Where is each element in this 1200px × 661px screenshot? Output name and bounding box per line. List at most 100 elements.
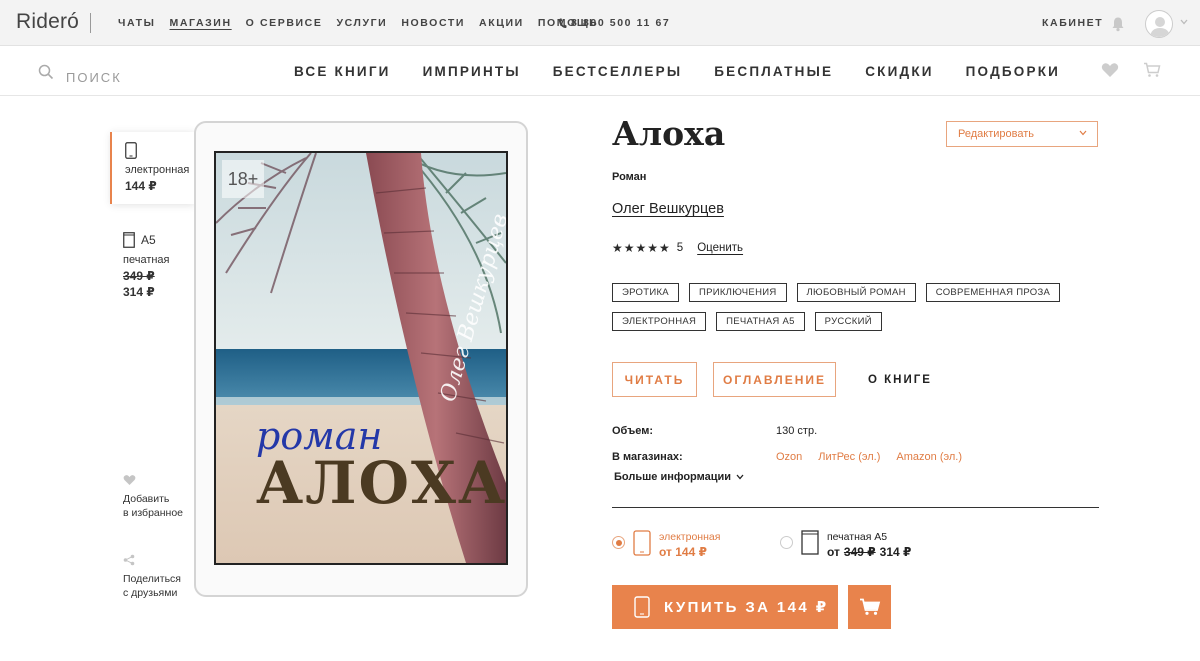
top-nav-chats[interactable]: ЧАТЫ <box>118 17 156 29</box>
heart-icon <box>123 475 136 486</box>
top-nav-shop[interactable]: МАГАЗИН <box>170 17 232 29</box>
format-ebook-price: 144 ₽ <box>125 179 157 193</box>
phone-number: 8 800 500 11 67 <box>571 17 671 29</box>
nav-collections[interactable]: ПОДБОРКИ <box>966 64 1060 79</box>
edit-dropdown-label: Редактировать <box>958 128 1034 140</box>
store-links: Ozon ЛитРес (эл.) Amazon (эл.) <box>776 451 978 463</box>
tag[interactable]: ЛЮБОВНЫЙ РОМАН <box>796 283 916 302</box>
cart-icon <box>859 598 880 615</box>
book-title: Алоха <box>612 114 726 153</box>
store-link-ozon[interactable]: Ozon <box>776 451 802 463</box>
tablet-icon <box>125 141 137 159</box>
top-nav-services[interactable]: УСЛУГИ <box>336 17 387 29</box>
purchase-option-ebook[interactable]: электронная от 144 ₽ <box>612 530 720 560</box>
bell-icon[interactable] <box>1110 16 1126 32</box>
share-label-line1: Поделиться <box>123 573 181 585</box>
book-cover[interactable]: Олег Вешкурцев роман АЛОХА <box>214 151 508 565</box>
book-genre: Роман <box>612 171 647 183</box>
format-print-old-price: 349 ₽ <box>123 269 155 283</box>
purchase-ebook-label: электронная <box>659 531 721 543</box>
age-rating-badge: 18+ <box>222 160 264 198</box>
more-info-label: Больше информации <box>614 471 732 483</box>
table-of-contents-button[interactable]: ОГЛАВЛЕНИЕ <box>713 362 836 397</box>
book-icon <box>123 232 135 248</box>
stores-label: В магазинах: <box>612 451 683 463</box>
nav-free[interactable]: БЕСПЛАТНЫЕ <box>714 64 833 79</box>
share-icon <box>123 554 135 566</box>
format-print-label: печатная <box>123 254 170 266</box>
top-bar: Rideró ЧАТЫ МАГАЗИН О СЕРВИСЕ УСЛУГИ НОВ… <box>0 0 1200 46</box>
top-nav-news[interactable]: НОВОСТИ <box>401 17 465 29</box>
top-nav-about-service[interactable]: О СЕРВИСЕ <box>246 17 323 29</box>
cover-title: АЛОХА <box>256 449 506 517</box>
radio-print[interactable] <box>780 536 793 549</box>
cover-illustration: Олег Вешкурцев роман АЛОХА <box>216 153 506 563</box>
tag[interactable]: ЭРОТИКА <box>612 283 679 302</box>
format-option-ebook[interactable]: электронная 144 ₽ <box>110 132 194 204</box>
format-print-size: A5 <box>141 233 156 247</box>
cart-icon[interactable] <box>1143 62 1161 78</box>
favorites-label-line1: Добавить <box>123 493 170 505</box>
purchase-option-print[interactable]: печатная A5 от 349 ₽314 ₽ <box>780 530 911 560</box>
catalog-nav-bar: ВСЕ КНИГИ ИМПРИНТЫ БЕСТСЕЛЛЕРЫ БЕСПЛАТНЫ… <box>0 46 1200 96</box>
format-option-print[interactable]: A5 печатная 349 ₽ 314 ₽ <box>110 222 194 302</box>
volume-label: Объем: <box>612 425 653 437</box>
radio-ebook[interactable] <box>612 536 625 549</box>
favorites-label-line2: в избранное <box>123 507 184 519</box>
format-ebook-label: электронная <box>125 164 190 176</box>
divider <box>612 507 1099 508</box>
volume-value: 130 стр. <box>776 425 818 437</box>
logo-divider <box>90 13 91 33</box>
tag[interactable]: СОВРЕМЕННАЯ ПРОЗА <box>925 283 1061 302</box>
share-label-line2: с друзьями <box>123 587 178 599</box>
store-link-amazon[interactable]: Amazon (эл.) <box>896 451 962 463</box>
phone-icon <box>559 18 567 28</box>
nav-imprints[interactable]: ИМПРИНТЫ <box>423 64 521 79</box>
search-input[interactable] <box>66 68 226 86</box>
nav-all-books[interactable]: ВСЕ КНИГИ <box>294 64 391 79</box>
rate-link[interactable]: Оценить <box>697 242 743 254</box>
rating: ★★★★★ 5 Оценить <box>612 241 743 255</box>
tag[interactable]: ПЕЧАТНАЯ A5 <box>716 312 805 331</box>
store-link-litres[interactable]: ЛитРес (эл.) <box>818 451 880 463</box>
tag[interactable]: ЭЛЕКТРОННАЯ <box>612 312 707 331</box>
avatar[interactable] <box>1145 10 1173 38</box>
read-button[interactable]: ЧИТАТЬ <box>612 362 697 397</box>
add-to-favorites-button[interactable]: Добавить в избранное <box>123 474 183 520</box>
logo[interactable]: Rideró <box>16 10 79 34</box>
cabinet-link[interactable]: КАБИНЕТ <box>1042 0 1103 46</box>
tag-list: ЭРОТИКА ПРИКЛЮЧЕНИЯ ЛЮБОВНЫЙ РОМАН СОВРЕ… <box>612 283 1082 341</box>
phone-link[interactable]: 8 800 500 11 67 <box>558 0 670 46</box>
tag[interactable]: РУССКИЙ <box>814 312 882 331</box>
format-print-price: 314 ₽ <box>123 285 155 299</box>
share-button[interactable]: Поделиться с друзьями <box>123 554 181 600</box>
nav-discounts[interactable]: СКИДКИ <box>865 64 933 79</box>
purchase-print-label: печатная A5 <box>827 531 888 543</box>
edit-dropdown[interactable]: Редактировать <box>946 121 1098 147</box>
more-info-toggle[interactable]: Больше информации <box>614 471 744 483</box>
top-nav: ЧАТЫ МАГАЗИН О СЕРВИСЕ УСЛУГИ НОВОСТИ АК… <box>118 0 612 46</box>
catalog-nav: ВСЕ КНИГИ ИМПРИНТЫ БЕСТСЕЛЛЕРЫ БЕСПЛАТНЫ… <box>294 46 1092 96</box>
tag[interactable]: ПРИКЛЮЧЕНИЯ <box>688 283 787 302</box>
heart-icon[interactable] <box>1101 62 1119 78</box>
rating-stars: ★★★★★ <box>612 241 671 255</box>
purchase-print-from: от <box>827 545 840 559</box>
search-icon[interactable] <box>38 64 54 80</box>
author-link[interactable]: Олег Вешкурцев <box>612 201 724 217</box>
nav-bestsellers[interactable]: БЕСТСЕЛЛЕРЫ <box>553 64 683 79</box>
buy-button[interactable]: КУПИТЬ ЗА 144 ₽ <box>612 585 838 629</box>
chevron-down-icon <box>1079 130 1087 136</box>
about-book-button[interactable]: О КНИГЕ <box>868 362 932 397</box>
chevron-down-icon[interactable] <box>1180 19 1188 25</box>
chevron-down-icon <box>736 474 744 480</box>
book-icon <box>801 530 819 555</box>
user-silhouette-icon <box>1150 17 1170 37</box>
tablet-icon <box>633 530 651 556</box>
purchase-ebook-price: от 144 ₽ <box>659 545 707 559</box>
rating-count: 5 <box>676 242 684 254</box>
buy-button-label: КУПИТЬ ЗА 144 ₽ <box>664 599 829 616</box>
top-nav-promotions[interactable]: АКЦИИ <box>479 17 524 29</box>
purchase-print-old-price: 349 ₽ <box>843 545 876 559</box>
add-to-cart-button[interactable] <box>848 585 891 629</box>
tablet-icon <box>634 596 650 618</box>
